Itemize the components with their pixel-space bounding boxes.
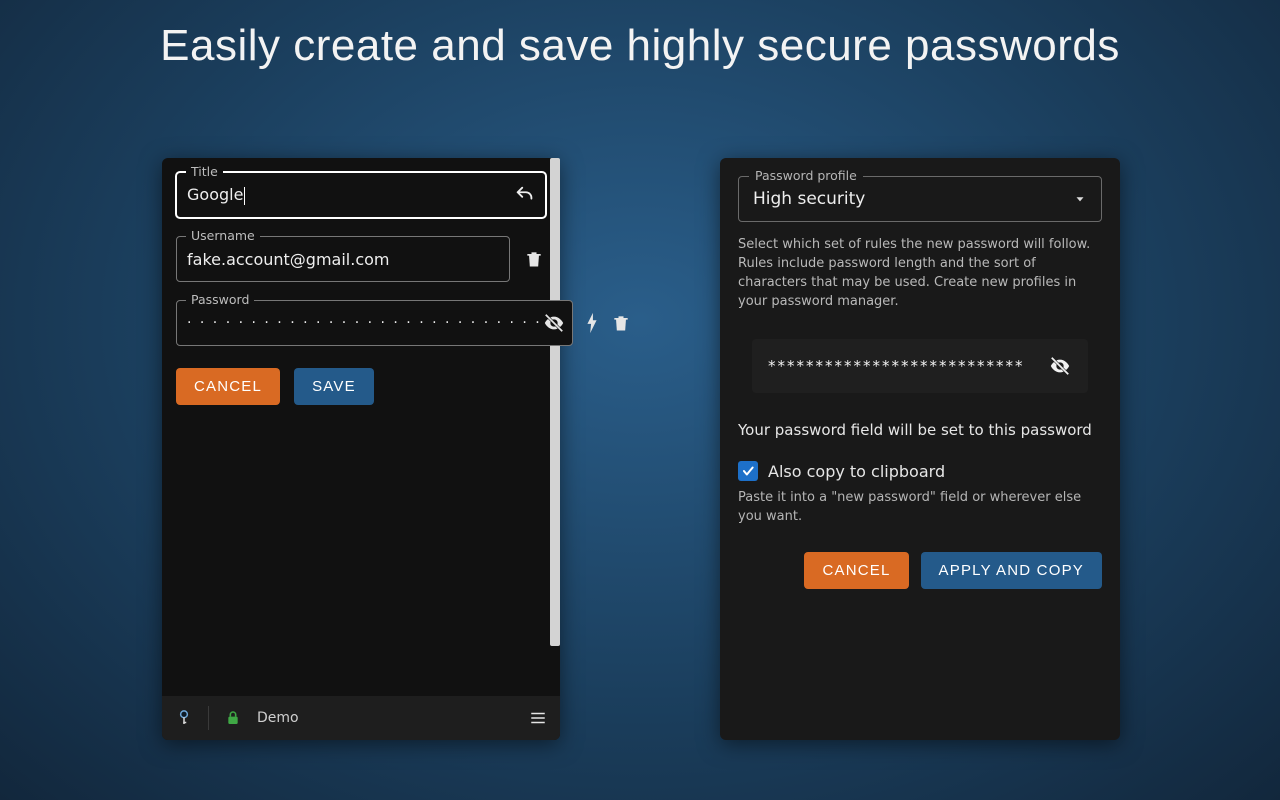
apply-and-copy-button[interactable]: APPLY AND COPY bbox=[921, 552, 1102, 589]
password-profile-panel: Password profile High security Select wh… bbox=[720, 158, 1120, 740]
username-value: fake.account@gmail.com bbox=[187, 250, 499, 269]
scrollbar[interactable] bbox=[550, 158, 560, 646]
password-masked: · · · · · · · · · · · · · · · · · · · · … bbox=[187, 315, 542, 331]
app-key-icon[interactable] bbox=[172, 706, 196, 730]
lock-icon[interactable] bbox=[221, 706, 245, 730]
chevron-down-icon bbox=[1073, 192, 1087, 206]
footer-divider bbox=[208, 706, 209, 730]
hamburger-menu-icon[interactable] bbox=[526, 706, 550, 730]
password-profile-value: High security bbox=[753, 189, 1073, 209]
profile-help-text: Select which set of rules the new passwo… bbox=[738, 236, 1102, 311]
delete-username-icon[interactable] bbox=[522, 247, 546, 271]
save-button[interactable]: SAVE bbox=[294, 368, 374, 405]
generate-password-icon[interactable] bbox=[585, 311, 599, 335]
database-name[interactable]: Demo bbox=[257, 710, 299, 726]
toggle-visibility-icon[interactable] bbox=[542, 311, 566, 335]
title-label: Title bbox=[186, 164, 223, 179]
toggle-visibility-icon[interactable] bbox=[1048, 354, 1072, 378]
copy-to-clipboard-label: Also copy to clipboard bbox=[768, 462, 945, 481]
copy-to-clipboard-checkbox[interactable] bbox=[738, 461, 758, 481]
password-profile-select[interactable]: Password profile High security bbox=[738, 176, 1102, 222]
entry-editor-panel: Title Google Username fake.account@gmail… bbox=[162, 158, 560, 740]
cancel-button[interactable]: CANCEL bbox=[804, 552, 908, 589]
cancel-button[interactable]: CANCEL bbox=[176, 368, 280, 405]
title-input[interactable]: Google bbox=[176, 172, 546, 218]
password-profile-label: Password profile bbox=[749, 168, 863, 183]
password-label: Password bbox=[186, 292, 254, 307]
set-password-note: Your password field will be set to this … bbox=[738, 421, 1102, 439]
title-value: Google bbox=[187, 185, 243, 204]
undo-icon[interactable] bbox=[513, 183, 537, 207]
generated-password-masked: *************************** bbox=[768, 357, 1048, 375]
generated-password-display: *************************** bbox=[752, 339, 1088, 393]
paste-help-text: Paste it into a "new password" field or … bbox=[738, 489, 1102, 525]
username-label: Username bbox=[186, 228, 260, 243]
delete-password-icon[interactable] bbox=[611, 311, 631, 335]
marketing-headline: Easily create and save highly secure pas… bbox=[0, 0, 1280, 73]
